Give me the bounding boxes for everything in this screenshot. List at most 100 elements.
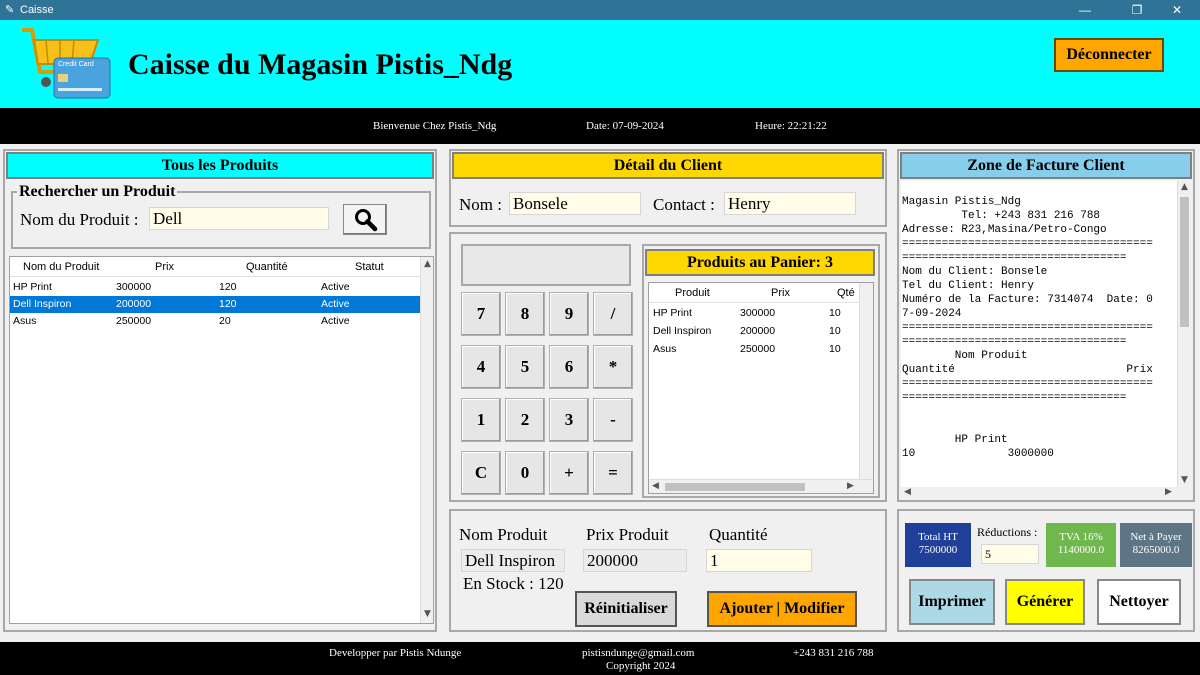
cart-table-header: Produit Prix Qté [649,283,859,303]
logout-button[interactable]: Déconnecter [1054,38,1164,72]
cart-cell-name: HP Print [653,307,692,319]
scroll-up-icon[interactable]: ▲ [424,259,431,269]
minimize-button[interactable]: — [1062,0,1108,20]
column-header-quantity[interactable]: Quantité [246,261,288,273]
column-header-status[interactable]: Statut [355,261,384,273]
total-ht-box: Total HT 7500000 [905,523,971,567]
calc-key-9[interactable]: 9 [549,292,589,336]
invoice-scroll-thumb[interactable] [1180,197,1189,327]
reductions-field[interactable]: 5 [981,544,1039,564]
add-modify-button[interactable]: Ajouter | Modifier [707,591,857,627]
column-header-price[interactable]: Prix [155,261,174,273]
scroll-left-icon[interactable]: ◀ [652,481,659,491]
products-table-header: Nom du Produit Prix Quantité Statut [10,257,420,277]
table-row[interactable]: Asus 250000 20 Active [10,313,420,330]
clear-button[interactable]: Nettoyer [1097,579,1181,625]
cell-price: 200000 [116,298,152,310]
calc-key-minus[interactable]: - [593,398,633,442]
calc-key-1[interactable]: 1 [461,398,501,442]
products-table: Nom du Produit Prix Quantité Statut HP P… [9,256,434,624]
scroll-right-icon[interactable]: ▶ [1165,487,1172,497]
cart-card-logo: Credit Card [18,24,114,104]
cart-cell-qty: 10 [829,343,841,355]
magnifier-icon [355,209,378,232]
calc-key-multiply[interactable]: * [593,345,633,389]
date-text: Date: 07-09-2024 [586,120,664,132]
cart-section: Produits au Panier: 3 Produit Prix Qté H… [642,244,880,498]
scroll-right-icon[interactable]: ▶ [847,481,854,491]
calc-key-3[interactable]: 3 [549,398,589,442]
product-form-panel: Nom Produit Prix Produit Quantité Dell I… [449,509,887,632]
logo-card-text: Credit Card [58,61,94,68]
print-button[interactable]: Imprimer [909,579,995,625]
footer-copyright: Copyright 2024 [606,660,676,672]
calc-key-6[interactable]: 6 [549,345,589,389]
calc-key-clear[interactable]: C [461,451,501,495]
cart-column-price[interactable]: Prix [771,287,790,299]
calc-key-4[interactable]: 4 [461,345,501,389]
cart-row[interactable]: Asus 250000 10 [649,341,859,358]
table-row[interactable]: HP Print 300000 120 Active [10,279,420,296]
cart-cell-qty: 10 [829,307,841,319]
net-to-pay-label: Net à Payer [1130,531,1182,543]
reset-button[interactable]: Réinitialiser [575,591,677,627]
header-banner: Credit Card Caisse du Magasin Pistis_Ndg… [0,20,1200,108]
calc-key-8[interactable]: 8 [505,292,545,336]
summary-panel: Total HT 7500000 Réductions : 5 TVA 16% … [897,509,1195,632]
calc-key-7[interactable]: 7 [461,292,501,336]
invoice-vertical-scrollbar[interactable]: ▲ ▼ [1177,181,1191,487]
search-button[interactable] [343,204,387,235]
window-title: Caisse [20,4,54,16]
feather-icon: ✎ [5,4,15,16]
cell-price: 300000 [116,281,152,293]
cart-column-qty[interactable]: Qté [837,287,855,299]
client-contact-field[interactable]: Henry [724,192,856,215]
calc-key-0[interactable]: 0 [505,451,545,495]
column-header-name[interactable]: Nom du Produit [23,261,99,273]
cart-scroll-thumb[interactable] [665,483,805,491]
calc-key-5[interactable]: 5 [505,345,545,389]
cart-cell-price: 200000 [740,325,776,337]
products-scrollbar[interactable]: ▲ ▼ [420,257,433,623]
product-qty-label: Quantité [709,525,768,544]
invoice-panel: Zone de Facture Client Magasin Pistis_Nd… [897,149,1195,502]
client-name-field[interactable]: Bonsele [509,192,641,215]
table-row-selected[interactable]: Dell Inspiron 200000 120 Active [10,296,420,313]
invoice-text-area[interactable]: Magasin Pistis_Ndg Tel: +243 831 216 788… [901,181,1191,499]
products-panel-title: Tous les Produits [6,152,434,179]
calc-key-2[interactable]: 2 [505,398,545,442]
cell-quantity: 120 [219,281,237,293]
product-qty-field[interactable]: 1 [706,549,812,572]
cart-column-product[interactable]: Produit [675,287,710,299]
cart-cell-name: Dell Inspiron [653,325,712,337]
cart-cell-price: 250000 [740,343,776,355]
footer-phone: +243 831 216 788 [793,647,874,659]
cart-vertical-scrollbar[interactable] [859,283,873,479]
product-price-field[interactable]: 200000 [583,549,687,572]
developer-credit: Developper par Pistis Ndunge [329,647,462,659]
calculator-display[interactable] [461,244,631,286]
scroll-up-icon[interactable]: ▲ [1181,182,1188,192]
calc-key-plus[interactable]: + [549,451,589,495]
calc-key-equals[interactable]: = [593,451,633,495]
cart-row[interactable]: HP Print 300000 10 [649,305,859,322]
search-group: Rechercher un Produit Nom du Produit : D… [11,183,431,249]
cart-row[interactable]: Dell Inspiron 200000 10 [649,323,859,340]
products-panel: Tous les Produits Rechercher un Produit … [3,149,437,632]
invoice-horizontal-scrollbar[interactable]: ◀ ▶ [901,487,1191,499]
scroll-down-icon[interactable]: ▼ [1181,475,1188,485]
cart-horizontal-scrollbar[interactable]: ◀ ▶ [649,479,873,493]
close-button[interactable]: ✕ [1154,0,1200,20]
cell-price: 250000 [116,315,152,327]
generate-button[interactable]: Générer [1005,579,1085,625]
calc-key-divide[interactable]: / [593,292,633,336]
cell-quantity: 120 [219,298,237,310]
cell-name: Asus [13,315,37,327]
product-name-field[interactable]: Dell Inspiron [461,549,565,572]
search-input[interactable]: Dell [149,207,329,230]
cell-name: HP Print [13,281,52,293]
product-name-label: Nom Produit [459,525,548,544]
client-contact-label: Contact : [653,195,715,214]
scroll-down-icon[interactable]: ▼ [424,609,431,619]
scroll-left-icon[interactable]: ◀ [904,487,911,497]
